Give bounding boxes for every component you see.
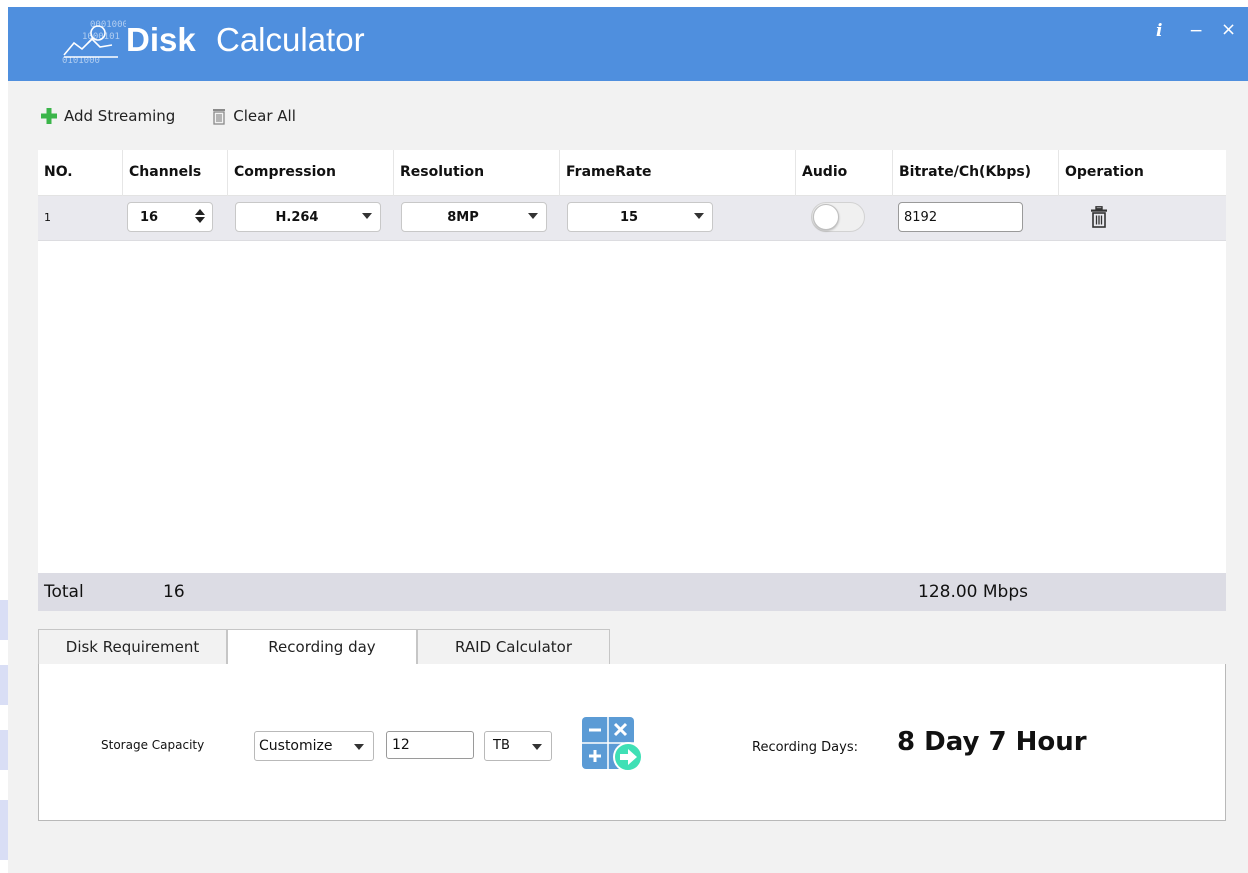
- recording-day-panel: Storage Capacity Customize 12 TB Recordi…: [38, 664, 1226, 821]
- background-decoration: [0, 800, 8, 860]
- add-streaming-button[interactable]: Add Streaming: [40, 107, 175, 125]
- chevron-down-icon: [354, 744, 364, 750]
- capacity-unit-value: TB: [493, 738, 510, 753]
- total-bandwidth: 128.00 Mbps: [918, 582, 1028, 602]
- resolution-dropdown[interactable]: 8MP: [401, 202, 547, 232]
- column-header-audio: Audio: [795, 150, 892, 196]
- title-bar: 0001000 1000101 0101000 Disk Calculator …: [8, 7, 1248, 81]
- toolbar: Add Streaming Clear All: [40, 103, 332, 129]
- total-bar: Total 16 128.00 Mbps: [38, 573, 1226, 611]
- framerate-value: 15: [619, 209, 639, 225]
- chevron-down-icon: [362, 213, 372, 219]
- trash-icon: [213, 109, 226, 125]
- capacity-mode-value: Customize: [259, 738, 333, 754]
- column-header-channels: Channels: [122, 150, 227, 196]
- bitrate-input[interactable]: 8192: [898, 202, 1023, 232]
- svg-text:1000101: 1000101: [82, 32, 120, 42]
- capacity-mode-dropdown[interactable]: Customize: [254, 731, 374, 761]
- audio-toggle[interactable]: [811, 202, 865, 232]
- channels-spinbox[interactable]: 16: [127, 202, 213, 232]
- capacity-value-input[interactable]: 12: [386, 731, 474, 759]
- capacity-unit-dropdown[interactable]: TB: [484, 731, 552, 761]
- app-title-rest: Calculator: [216, 21, 365, 58]
- resolution-value: 8MP: [447, 209, 479, 225]
- column-header-compression: Compression: [227, 150, 393, 196]
- close-button[interactable]: ×: [1221, 19, 1236, 40]
- recording-days-result: 8 Day 7 Hour: [897, 727, 1087, 757]
- svg-text:0001000: 0001000: [90, 20, 126, 30]
- app-title-bold: Disk: [126, 21, 196, 58]
- info-button[interactable]: i: [1156, 21, 1162, 41]
- column-header-resolution: Resolution: [393, 150, 559, 196]
- table-header: NO. Channels Compression Resolution Fram…: [38, 150, 1226, 196]
- chevron-down-icon: [532, 744, 542, 750]
- total-label: Total: [44, 582, 84, 602]
- calculate-icon[interactable]: [581, 716, 645, 772]
- delete-row-trash-icon[interactable]: [1090, 206, 1108, 228]
- clear-all-label: Clear All: [233, 107, 296, 125]
- table-row: 1 16 H.264 8MP 15 8192: [38, 196, 1226, 241]
- background-decoration: [0, 665, 8, 705]
- clear-all-button[interactable]: Clear All: [211, 107, 296, 125]
- calculator-tabs: Disk Requirement Recording day RAID Calc…: [38, 629, 1226, 666]
- add-streaming-label: Add Streaming: [64, 107, 176, 125]
- column-header-bitrate: Bitrate/Ch(Kbps): [892, 150, 1058, 196]
- framerate-dropdown[interactable]: 15: [567, 202, 713, 232]
- background-decoration: [0, 730, 8, 770]
- tab-raid-calculator[interactable]: RAID Calculator: [417, 629, 610, 665]
- compression-dropdown[interactable]: H.264: [235, 202, 381, 232]
- background-decoration: [0, 600, 8, 640]
- streaming-table: NO. Channels Compression Resolution Fram…: [38, 150, 1226, 610]
- chevron-down-icon: [694, 213, 704, 219]
- total-channels: 16: [163, 582, 185, 602]
- compression-value: H.264: [275, 209, 319, 225]
- column-header-operation: Operation: [1058, 150, 1226, 196]
- storage-capacity-label: Storage Capacity: [101, 738, 205, 752]
- tab-recording-day[interactable]: Recording day: [227, 629, 417, 666]
- row-number: 1: [44, 211, 51, 224]
- column-header-no: NO.: [44, 164, 73, 180]
- chevron-down-icon: [528, 213, 538, 219]
- column-header-framerate: FrameRate: [559, 150, 795, 196]
- disk-calculator-window: 0001000 1000101 0101000 Disk Calculator …: [8, 7, 1248, 873]
- spin-arrows-icon: [195, 209, 205, 223]
- minimize-button[interactable]: −: [1189, 21, 1203, 41]
- toggle-knob: [813, 204, 839, 230]
- channels-value: 16: [140, 209, 159, 225]
- tab-disk-requirement[interactable]: Disk Requirement: [38, 629, 227, 665]
- plus-icon: [41, 108, 57, 124]
- recording-days-label: Recording Days:: [752, 740, 858, 755]
- disk-chart-logo-icon: 0001000 1000101 0101000: [62, 20, 126, 66]
